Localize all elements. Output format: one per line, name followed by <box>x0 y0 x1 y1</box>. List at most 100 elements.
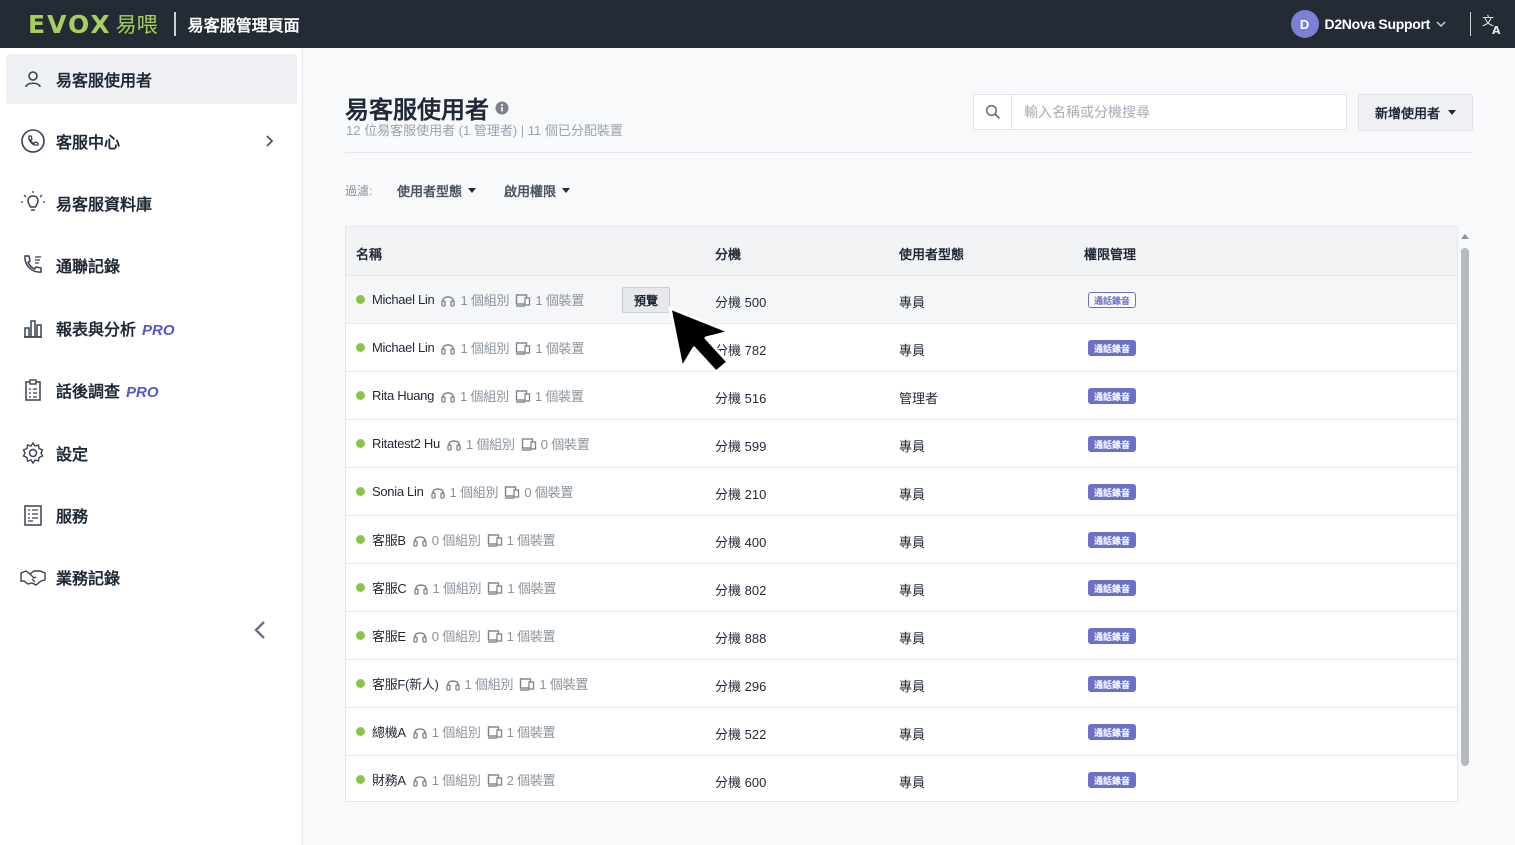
user-name[interactable]: Michael Lin <box>372 292 435 307</box>
sidebar-item-label: 服務 <box>56 509 89 526</box>
online-status-dot <box>356 535 365 544</box>
evox-logo[interactable]: EVOX 易喂 <box>28 0 158 48</box>
search-icon[interactable] <box>974 95 1012 129</box>
user-icon <box>20 66 46 92</box>
online-status-dot <box>356 439 365 448</box>
user-name[interactable]: 客服C <box>372 578 407 597</box>
filter-permission-label: 啟用權限 <box>504 184 557 199</box>
search-box[interactable] <box>973 94 1347 130</box>
table-row[interactable]: Michael Lin 1 個組別 1 個裝置 分機 782 專員 通話錄音 <box>346 324 1457 372</box>
column-header-user-type[interactable]: 使用者型態 <box>899 244 964 263</box>
gear-icon <box>20 440 46 466</box>
headset-icon <box>447 439 461 451</box>
user-name[interactable]: Ritatest2 Hu <box>372 436 440 451</box>
device-icon <box>487 533 502 547</box>
column-header-extension[interactable]: 分機 <box>715 244 741 263</box>
user-type-cell: 專員 <box>899 295 926 310</box>
sidebar-item-survey[interactable]: 話後調查 PRO <box>6 365 297 415</box>
sidebar-item-users[interactable]: 易客服使用者 <box>6 54 297 104</box>
user-type-cell: 專員 <box>899 343 926 358</box>
column-header-name[interactable]: 名稱 <box>356 244 382 263</box>
sidebar-item-services[interactable]: 服務 <box>6 490 297 540</box>
table-row[interactable]: 總機A 1 個組別 1 個裝置 分機 522 專員 通話錄音 <box>346 708 1457 756</box>
device-icon <box>521 437 536 451</box>
add-user-button[interactable]: 新增使用者 <box>1358 94 1473 131</box>
table-row[interactable]: 客服C 1 個組別 1 個裝置 分機 802 專員 通話錄音 <box>346 564 1457 612</box>
group-count: 1 個組別 <box>460 293 510 308</box>
users-table: 名稱 分機 使用者型態 權限管理 Michael Lin 1 個組別 1 個裝置 預覽… <box>345 226 1458 802</box>
call-recording-badge[interactable]: 通話錄音 <box>1088 292 1136 308</box>
caret-down-icon <box>1448 110 1456 115</box>
table-row[interactable]: Michael Lin 1 個組別 1 個裝置 預覽 分機 500 專員 通話錄音 <box>346 276 1457 324</box>
user-name[interactable]: 總機A <box>372 722 406 741</box>
sidebar-item-label: 話後調查 PRO <box>56 378 159 402</box>
call-recording-badge[interactable]: 通話錄音 <box>1088 628 1136 644</box>
group-count: 1 個組別 <box>449 485 499 500</box>
user-name[interactable]: Sonia Lin <box>372 484 424 499</box>
collapse-sidebar-icon[interactable] <box>250 618 270 642</box>
call-log-icon <box>20 252 46 278</box>
group-count: 1 個組別 <box>431 773 481 788</box>
call-recording-badge[interactable]: 通話錄音 <box>1088 484 1136 500</box>
table-row[interactable]: 財務A 1 個組別 2 個裝置 分機 600 專員 通話錄音 <box>346 756 1457 804</box>
table-row[interactable]: 客服E 0 個組別 1 個裝置 分機 888 專員 通話錄音 <box>346 612 1457 660</box>
caret-down-icon <box>562 188 571 193</box>
chevron-down-icon[interactable] <box>1434 17 1448 31</box>
user-name[interactable]: 財務A <box>372 770 406 789</box>
user-name[interactable]: Michael Lin <box>372 340 435 355</box>
document-list-icon <box>20 502 46 528</box>
phone-circle-icon <box>20 128 46 154</box>
call-recording-badge[interactable]: 通話錄音 <box>1088 340 1136 356</box>
user-type-cell: 專員 <box>899 631 926 646</box>
group-count: 1 個組別 <box>460 341 510 356</box>
translate-icon[interactable]: 文 A <box>1481 12 1505 36</box>
sidebar-item-business-records[interactable]: 業務記錄 <box>6 552 297 602</box>
survey-label: 話後調查 <box>56 384 121 401</box>
column-header-permissions[interactable]: 權限管理 <box>1084 244 1136 263</box>
call-recording-badge[interactable]: 通話錄音 <box>1088 436 1136 452</box>
sidebar-item-reports[interactable]: 報表與分析 PRO <box>6 303 297 353</box>
sidebar-item-label: 易客服使用者 <box>56 73 153 90</box>
sidebar-item-knowledge-base[interactable]: 易客服資料庫 <box>6 178 297 228</box>
device-count: 1 個裝置 <box>506 533 556 548</box>
user-name[interactable]: D2Nova Support <box>1325 16 1431 32</box>
filter-user-type[interactable]: 使用者型態 <box>397 181 477 200</box>
sidebar-item-service-center[interactable]: 客服中心 <box>6 116 297 166</box>
call-recording-badge[interactable]: 通話錄音 <box>1088 580 1136 596</box>
user-name[interactable]: Rita Huang <box>372 388 434 403</box>
call-recording-badge[interactable]: 通話錄音 <box>1088 676 1136 692</box>
device-icon <box>488 581 503 595</box>
user-name-cell: Michael Lin 1 個組別 1 個裝置 <box>356 276 584 323</box>
main-content: 易客服使用者 12 位易客服使用者 (1 管理者) | 11 個已分配裝置 新增… <box>303 48 1515 845</box>
extension-cell: 分機 400 <box>715 535 767 550</box>
info-icon[interactable] <box>495 101 509 115</box>
call-recording-badge[interactable]: 通話錄音 <box>1088 388 1136 404</box>
table-row[interactable]: 客服B 0 個組別 1 個裝置 分機 400 專員 通話錄音 <box>346 516 1457 564</box>
user-avatar[interactable]: D <box>1290 10 1319 38</box>
call-recording-badge[interactable]: 通話錄音 <box>1088 724 1136 740</box>
top-bar: EVOX 易喂 易客服管理頁面 D D2Nova Support 文 A <box>0 0 1515 48</box>
call-recording-badge[interactable]: 通話錄音 <box>1088 772 1136 788</box>
table-row[interactable]: Rita Huang 1 個組別 1 個裝置 分機 516 管理者 通話錄音 <box>346 372 1457 420</box>
page-subtitle: 12 位易客服使用者 (1 管理者) | 11 個已分配裝置 <box>346 123 623 138</box>
user-name[interactable]: 客服E <box>372 626 406 645</box>
filter-permission[interactable]: 啟用權限 <box>504 181 571 200</box>
table-row[interactable]: Sonia Lin 1 個組別 0 個裝置 分機 210 專員 通話錄音 <box>346 468 1457 516</box>
preview-button[interactable]: 預覽 <box>622 287 670 313</box>
extension-cell: 分機 802 <box>715 583 767 598</box>
user-name[interactable]: 客服B <box>372 530 406 549</box>
scrollbar-thumb[interactable] <box>1461 248 1469 766</box>
user-name-cell: 總機A 1 個組別 1 個裝置 <box>356 708 556 755</box>
table-row[interactable]: 客服F(新人) 1 個組別 1 個裝置 分機 296 專員 通話錄音 <box>346 660 1457 708</box>
user-name[interactable]: 客服F(新人) <box>372 674 439 693</box>
online-status-dot <box>356 295 365 304</box>
sidebar-item-settings[interactable]: 設定 <box>6 428 297 478</box>
search-input[interactable] <box>1012 104 1332 120</box>
scroll-up-arrow-icon[interactable] <box>1461 234 1469 239</box>
table-row[interactable]: Ritatest2 Hu 1 個組別 0 個裝置 分機 599 專員 通話錄音 <box>346 420 1457 468</box>
table-scrollbar[interactable] <box>1459 234 1471 772</box>
user-type-cell: 專員 <box>899 679 926 694</box>
sidebar-item-call-log[interactable]: 通聯記錄 <box>6 240 297 290</box>
call-recording-badge[interactable]: 通話錄音 <box>1088 532 1136 548</box>
headset-icon <box>441 295 456 307</box>
